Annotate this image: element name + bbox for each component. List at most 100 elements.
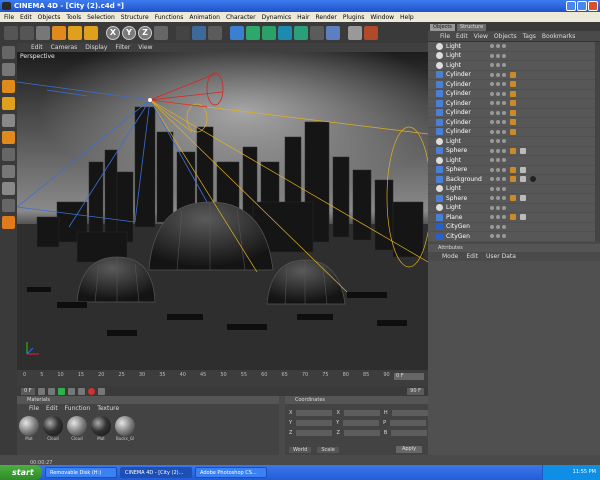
scene-icon[interactable] xyxy=(294,25,308,40)
keyframe-icon[interactable] xyxy=(97,387,105,395)
object-menu-file[interactable]: File xyxy=(440,33,450,40)
next-frame-icon[interactable] xyxy=(67,387,75,395)
viewport-menu-display[interactable]: Display xyxy=(85,44,107,51)
texture-tag-icon[interactable] xyxy=(520,195,526,202)
model-mode-icon[interactable] xyxy=(2,46,15,59)
rotate-icon[interactable] xyxy=(84,25,98,40)
object-menu-edit[interactable]: Edit xyxy=(456,33,468,40)
visibility-flags[interactable] xyxy=(490,234,506,239)
current-frame-field[interactable]: 0 F xyxy=(394,373,424,380)
menu-dynamics[interactable]: Dynamics xyxy=(262,14,292,21)
taskbar-task[interactable]: CINEMA 4D - [City (2)... xyxy=(120,467,192,478)
object-row[interactable]: CityGen xyxy=(428,223,600,232)
object-row[interactable]: Light xyxy=(428,137,600,147)
camera-icon[interactable] xyxy=(326,25,340,40)
perspective-viewport[interactable]: Perspective xyxy=(17,52,428,370)
visibility-flags[interactable] xyxy=(490,224,506,229)
menu-render[interactable]: Render xyxy=(316,14,337,21)
play-icon[interactable] xyxy=(57,387,65,395)
menu-objects[interactable]: Objects xyxy=(38,14,61,21)
object-row[interactable]: Light xyxy=(428,156,600,166)
texture-tag-icon[interactable] xyxy=(520,147,526,154)
visibility-flags[interactable] xyxy=(490,82,506,87)
object-row[interactable]: Cylinder xyxy=(428,128,600,137)
object-row[interactable]: Plane xyxy=(428,213,600,223)
go-to-start-icon[interactable] xyxy=(37,387,45,395)
viewport-menu-filter[interactable]: Filter xyxy=(115,44,130,51)
live-select-icon[interactable] xyxy=(36,25,50,40)
texture-mode-icon[interactable] xyxy=(2,148,15,161)
array-icon[interactable] xyxy=(262,25,276,40)
object-row[interactable]: Cylinder xyxy=(428,109,600,118)
object-menu-tags[interactable]: Tags xyxy=(523,33,536,40)
taskbar-task[interactable]: Adobe Photoshop CS... xyxy=(195,467,267,478)
object-menu-view[interactable]: View xyxy=(474,33,488,40)
points-mode-icon[interactable] xyxy=(2,80,15,93)
visibility-flags[interactable] xyxy=(490,186,506,191)
maximize-button[interactable] xyxy=(577,1,587,11)
nurbs-icon[interactable] xyxy=(246,25,260,40)
visibility-flags[interactable] xyxy=(490,177,506,182)
object-mode-icon[interactable] xyxy=(2,63,15,76)
undo-icon[interactable] xyxy=(4,25,18,40)
phong-tag-icon[interactable] xyxy=(510,214,516,221)
phong-tag-icon[interactable] xyxy=(510,90,516,97)
coord-system-icon[interactable] xyxy=(154,25,168,40)
phong-tag-icon[interactable] xyxy=(510,109,516,116)
coord-value-field[interactable] xyxy=(296,410,333,416)
object-row[interactable]: Light xyxy=(428,52,600,61)
coord-value-field[interactable] xyxy=(343,420,380,426)
phong-tag-icon[interactable] xyxy=(510,128,516,135)
menu-edit[interactable]: Edit xyxy=(20,14,32,21)
tab-structure[interactable]: Structure xyxy=(456,24,487,31)
object-row[interactable]: Sphere xyxy=(428,194,600,204)
menu-plugins[interactable]: Plugins xyxy=(343,14,365,21)
coord-value-field[interactable] xyxy=(296,420,333,426)
visibility-flags[interactable] xyxy=(490,91,506,96)
coord-value-field[interactable] xyxy=(296,430,333,436)
coord-apply-button[interactable]: Apply xyxy=(396,446,422,453)
phong-tag-icon[interactable] xyxy=(510,100,516,107)
coord-mode-dropdown[interactable]: World xyxy=(289,447,312,453)
visibility-flags[interactable] xyxy=(490,110,506,115)
menu-tools[interactable]: Tools xyxy=(66,14,81,21)
phong-tag-icon[interactable] xyxy=(510,195,516,202)
record-icon[interactable] xyxy=(87,387,95,395)
object-row[interactable]: CityGen xyxy=(428,232,600,242)
menu-hair[interactable]: Hair xyxy=(297,14,309,21)
menu-animation[interactable]: Animation xyxy=(189,14,220,21)
visibility-flags[interactable] xyxy=(490,129,506,134)
object-list-scrollbar[interactable] xyxy=(595,42,600,242)
phong-tag-icon[interactable] xyxy=(510,176,516,183)
z-axis-icon[interactable]: Z xyxy=(138,25,152,40)
texture-tag-icon[interactable] xyxy=(520,214,526,221)
viewport-menu-edit[interactable]: Edit xyxy=(31,44,43,51)
layout-icon[interactable] xyxy=(348,25,362,40)
material-swatch[interactable]: Mat xyxy=(91,416,111,441)
menu-help[interactable]: Help xyxy=(400,14,414,21)
render-settings-icon[interactable] xyxy=(208,25,222,40)
object-row[interactable]: Light xyxy=(428,42,600,52)
workplane-icon[interactable] xyxy=(2,182,15,195)
coord-value-field[interactable] xyxy=(343,410,380,416)
object-row[interactable]: Sphere xyxy=(428,166,600,175)
material-menu-edit[interactable]: Edit xyxy=(46,405,58,412)
tab-objects[interactable]: Objects xyxy=(430,24,455,31)
visibility-flags[interactable] xyxy=(490,101,506,106)
menu-file[interactable]: File xyxy=(4,14,14,21)
y-axis-icon[interactable]: Y xyxy=(122,25,136,40)
axis-mode-icon[interactable] xyxy=(2,131,15,144)
material-swatch[interactable]: Cloud xyxy=(67,416,87,441)
move-icon[interactable] xyxy=(52,25,66,40)
menu-functions[interactable]: Functions xyxy=(155,14,184,21)
texture-tag-icon[interactable] xyxy=(520,176,526,183)
object-row[interactable]: Background xyxy=(428,175,600,185)
visibility-flags[interactable] xyxy=(490,44,506,49)
visibility-flags[interactable] xyxy=(490,196,506,201)
visibility-flags[interactable] xyxy=(490,158,506,163)
menu-selection[interactable]: Selection xyxy=(87,14,115,21)
lock-icon[interactable] xyxy=(2,199,15,212)
material-swatch[interactable]: Bucks_Gl xyxy=(115,416,135,441)
visibility-flags[interactable] xyxy=(490,167,506,172)
visibility-flags[interactable] xyxy=(490,205,506,210)
